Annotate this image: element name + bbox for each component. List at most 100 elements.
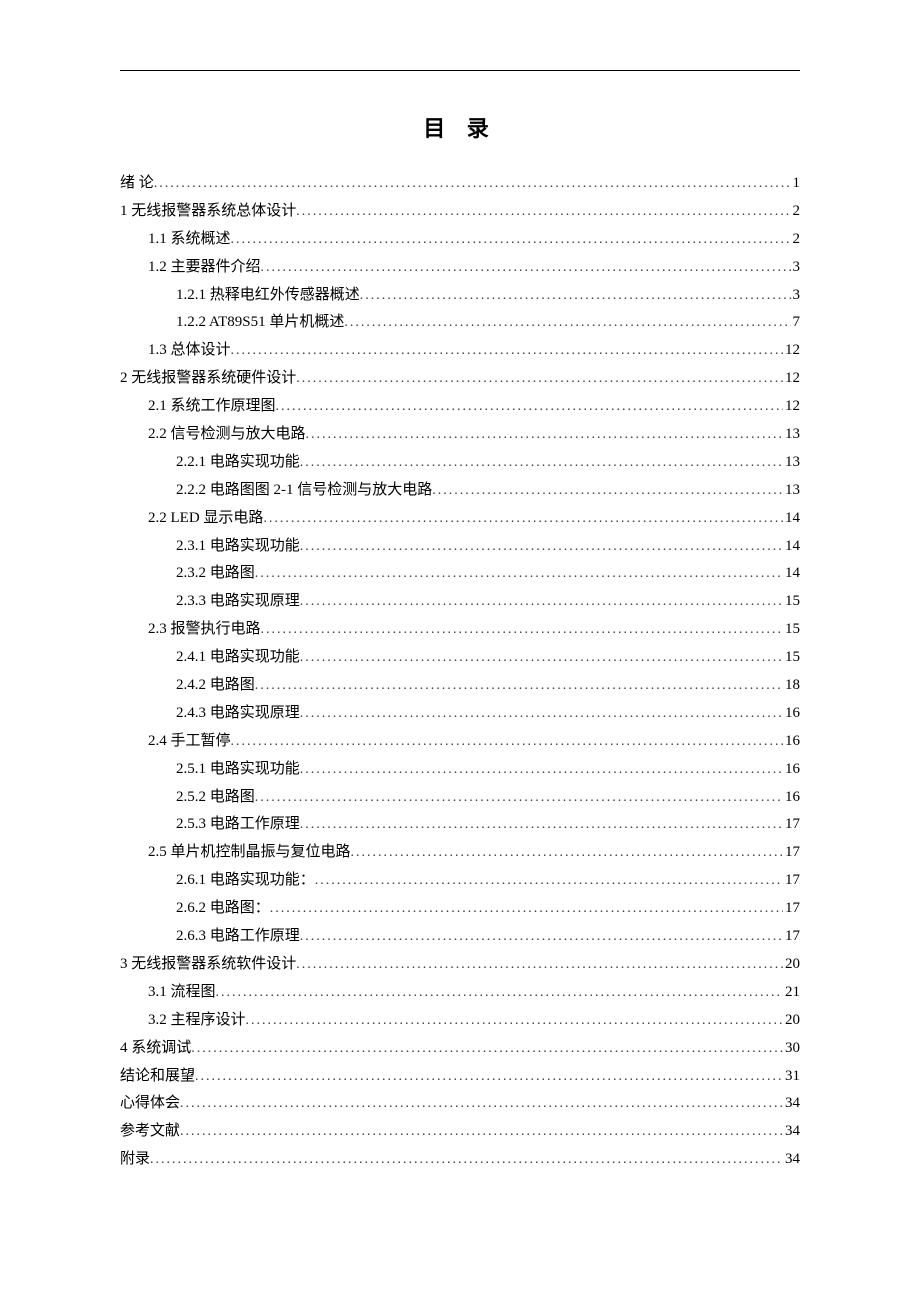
toc-entry: 2.5 单片机控制晶振与复位电路17 [148, 840, 800, 864]
toc-entry-label: 2.2.2 电路图图 2-1 信号检测与放大电路 [176, 478, 432, 502]
toc-entry: 2.5.1 电路实现功能 16 [176, 757, 800, 781]
toc-entry-label: 2.6.1 电路实现功能： [176, 868, 315, 892]
toc-dots [261, 257, 791, 279]
toc-entry: 2.2 信号检测与放大电路 13 [148, 422, 800, 446]
toc-entry: 2.2.2 电路图图 2-1 信号检测与放大电路 13 [176, 478, 800, 502]
toc-dots [231, 229, 791, 251]
toc-entry-page: 30 [783, 1036, 800, 1060]
toc-dots [300, 703, 783, 725]
toc-entry-page: 20 [783, 1008, 800, 1032]
toc-entry-label: 2.2.1 电路实现功能 [176, 450, 300, 474]
toc-entry-label: 1.2 主要器件介绍 [148, 255, 261, 279]
toc-dots [270, 898, 783, 920]
toc-dots [255, 787, 783, 809]
toc-entry-page: 17 [783, 840, 800, 864]
toc-entry-label: 结论和展望 [120, 1064, 195, 1088]
toc-entry-page: 15 [783, 617, 800, 641]
toc-dots [263, 508, 783, 530]
toc-entry: 附录 34 [120, 1147, 800, 1171]
toc-entry: 2.5.3 电路工作原理 17 [176, 812, 800, 836]
toc-entry: 2.6.3 电路工作原理 17 [176, 924, 800, 948]
toc-entry: 3.2 主程序设计 20 [148, 1008, 800, 1032]
toc-dots [191, 1038, 783, 1060]
toc-entry-label: 2.2 信号检测与放大电路 [148, 422, 306, 446]
toc-entry-label: 附录 [120, 1147, 150, 1171]
toc-entry-page: 13 [783, 450, 800, 474]
toc-dots [300, 926, 783, 948]
toc-entry-label: 参考文献 [120, 1119, 180, 1143]
toc-entry-page: 2 [791, 227, 801, 251]
toc-dots [315, 870, 783, 892]
toc-entry-page: 17 [783, 868, 800, 892]
toc-dots [231, 731, 783, 753]
toc-entry: 2.6.1 电路实现功能： 17 [176, 868, 800, 892]
toc-entry-page: 34 [783, 1091, 800, 1115]
toc-entry-label: 2.3.3 电路实现原理 [176, 589, 300, 613]
toc-entry-page: 1 [791, 171, 801, 195]
toc-entry-page: 31 [783, 1064, 800, 1088]
toc-entry: 2.4.2 电路图 18 [176, 673, 800, 697]
toc-dots [351, 842, 783, 864]
toc-dots [296, 954, 783, 976]
toc-entry: 1.2.2 AT89S51 单片机概述 7 [176, 310, 800, 334]
toc-dots [261, 619, 783, 641]
toc-entry-page: 3 [791, 255, 801, 279]
toc-dots [300, 536, 783, 558]
toc-entry-page: 7 [791, 310, 801, 334]
toc-entry: 2.1 系统工作原理图12 [148, 394, 800, 418]
toc-dots [255, 563, 783, 585]
toc-entry-page: 15 [783, 645, 800, 669]
toc-title: 目 录 [120, 111, 800, 143]
toc-dots [180, 1121, 783, 1143]
toc-entry-page: 20 [783, 952, 800, 976]
toc-entry: 1.3 总体设计 12 [148, 338, 800, 362]
toc-dots [154, 173, 791, 195]
toc-entry: 2.3.1 电路实现功能 14 [176, 534, 800, 558]
toc-entry-page: 16 [783, 785, 800, 809]
toc-entry-label: 4 系统调试 [120, 1036, 191, 1060]
toc-dots [300, 759, 783, 781]
toc-entry-page: 17 [783, 896, 800, 920]
toc-entry-page: 16 [783, 729, 800, 753]
toc-entry: 2.2 LED 显示电路14 [148, 506, 800, 530]
toc-entry-page: 34 [783, 1147, 800, 1171]
toc-entry-page: 18 [783, 673, 800, 697]
toc-entry: 3.1 流程图21 [148, 980, 800, 1004]
toc-entry: 2.3.3 电路实现原理 15 [176, 589, 800, 613]
toc-dots [300, 814, 783, 836]
toc-entry-page: 14 [783, 534, 800, 558]
toc-entry: 2.6.2 电路图： 17 [176, 896, 800, 920]
toc-dots [180, 1093, 783, 1115]
toc-container: 绪 论11 无线报警器系统总体设计21.1 系统概述 21.2 主要器件介绍31… [120, 171, 800, 1172]
toc-entry-label: 2.3.2 电路图 [176, 561, 255, 585]
toc-dots [276, 396, 783, 418]
toc-entry-label: 3.1 流程图 [148, 980, 216, 1004]
toc-entry: 2.4.3 电路实现原理 16 [176, 701, 800, 725]
toc-entry-label: 2.4.3 电路实现原理 [176, 701, 300, 725]
toc-entry-label: 2.6.2 电路图： [176, 896, 270, 920]
toc-entry: 2.4 手工暂停16 [148, 729, 800, 753]
toc-entry-label: 2.5.1 电路实现功能 [176, 757, 300, 781]
toc-dots [300, 591, 783, 613]
toc-entry: 1.2 主要器件介绍 3 [148, 255, 800, 279]
toc-dots [255, 675, 783, 697]
toc-entry-label: 1 无线报警器系统总体设计 [120, 199, 296, 223]
toc-entry-label: 1.1 系统概述 [148, 227, 231, 251]
toc-entry-label: 2.1 系统工作原理图 [148, 394, 276, 418]
toc-entry-page: 16 [783, 701, 800, 725]
toc-dots [296, 368, 783, 390]
toc-entry: 心得体会34 [120, 1091, 800, 1115]
toc-entry-page: 3 [791, 283, 801, 307]
toc-dots [344, 312, 790, 334]
document-page: 目 录 绪 论11 无线报警器系统总体设计21.1 系统概述 21.2 主要器件… [0, 0, 920, 1235]
toc-dots [195, 1066, 783, 1088]
toc-entry-page: 13 [783, 422, 800, 446]
toc-entry-label: 1.2.2 AT89S51 单片机概述 [176, 310, 344, 334]
toc-entry-page: 14 [783, 561, 800, 585]
toc-entry-label: 绪 论 [120, 171, 154, 195]
toc-entry-page: 13 [783, 478, 800, 502]
toc-entry-label: 2.4.2 电路图 [176, 673, 255, 697]
toc-entry-label: 3 无线报警器系统软件设计 [120, 952, 296, 976]
toc-entry: 4 系统调试 30 [120, 1036, 800, 1060]
toc-entry-page: 17 [783, 924, 800, 948]
